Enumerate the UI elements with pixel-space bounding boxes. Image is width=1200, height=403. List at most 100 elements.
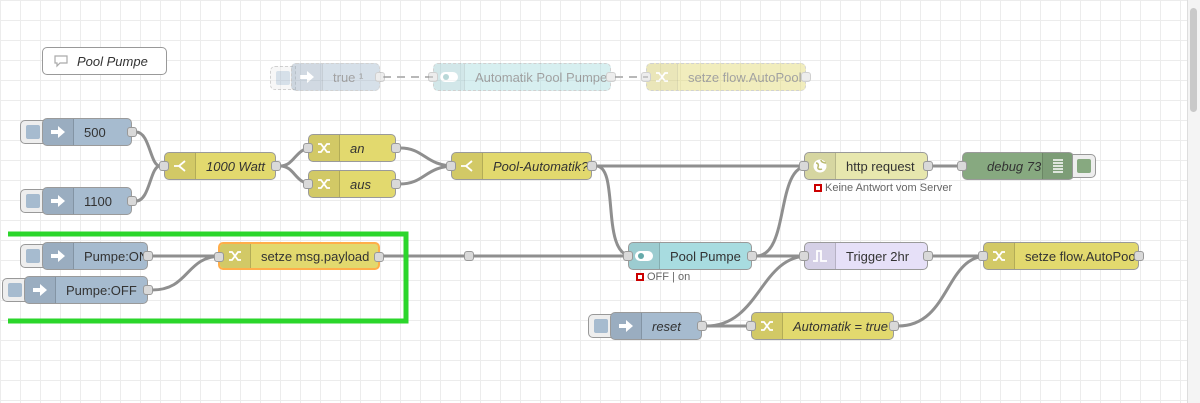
pulse-icon — [805, 243, 836, 269]
inject-node-reset[interactable]: reset — [610, 312, 707, 340]
arrow-in-icon — [43, 188, 74, 214]
comment-label: Pool Pumpe — [77, 53, 148, 69]
status-error-dot — [636, 273, 644, 281]
shuffle-icon — [309, 135, 340, 161]
pool-pumpe-node[interactable]: Pool Pumpe — [623, 242, 757, 270]
node-label: debug 73 — [987, 158, 1042, 174]
change-node-setze-msg-payload[interactable]: setze msg.payload — [214, 242, 384, 270]
output-port[interactable] — [889, 321, 899, 331]
inject-node-true[interactable]: true ¹ — [291, 63, 385, 91]
change-node-setze-flow[interactable]: setze flow.AutoPool — [978, 242, 1144, 270]
node-label: reset — [652, 318, 681, 334]
input-port[interactable] — [428, 72, 438, 82]
input-port[interactable] — [446, 161, 456, 171]
node-label: Pool-Automatik? — [493, 158, 589, 174]
switch-node-1000-watt[interactable]: 1000 Watt — [159, 152, 281, 180]
output-port[interactable] — [271, 161, 281, 171]
node-label: setze msg.payload — [261, 248, 370, 264]
arrow-in-icon — [611, 313, 642, 339]
input-port[interactable] — [214, 252, 224, 262]
shuffle-icon — [309, 171, 340, 197]
node-label: http request — [846, 158, 915, 174]
output-port[interactable] — [391, 179, 401, 189]
arrow-in-icon — [43, 243, 74, 269]
output-port[interactable] — [697, 321, 707, 331]
output-port[interactable] — [127, 127, 137, 137]
output-port[interactable] — [143, 251, 153, 261]
input-port[interactable] — [159, 161, 169, 171]
node-label: Pumpe:ON — [84, 248, 147, 264]
output-port[interactable] — [747, 251, 757, 261]
comment-node-pool-pumpe[interactable]: Pool Pumpe — [42, 47, 167, 75]
status-text: Keine Antwort vom Server — [825, 182, 953, 194]
node-label: true ¹ — [333, 69, 364, 85]
output-port[interactable] — [1134, 251, 1144, 261]
output-port[interactable] — [801, 72, 811, 82]
node-label: Pool Pumpe — [670, 248, 741, 264]
node-label: Automatik Pool Pumpe — [475, 69, 608, 85]
shuffle-icon — [752, 313, 783, 339]
shuffle-icon — [220, 244, 251, 268]
change-node-automatik-true[interactable]: Automatik = true — [746, 312, 899, 340]
wire-junction[interactable] — [464, 251, 474, 261]
output-port[interactable] — [923, 161, 933, 171]
output-port[interactable] — [923, 251, 933, 261]
output-port[interactable] — [375, 72, 385, 82]
debug-toggle-button[interactable] — [1072, 154, 1096, 178]
switch-icon — [165, 153, 196, 179]
input-port[interactable] — [641, 72, 651, 82]
input-port[interactable] — [303, 143, 313, 153]
input-port[interactable] — [303, 179, 313, 189]
node-label: Trigger 2hr — [846, 248, 910, 264]
arrow-in-icon — [25, 277, 56, 303]
node-label: 1000 Watt — [206, 158, 266, 174]
arrow-in-icon — [292, 64, 323, 90]
list-icon — [1042, 153, 1073, 179]
change-node-aus[interactable]: aus — [303, 170, 401, 198]
trigger-node[interactable]: Trigger 2hr — [799, 242, 933, 270]
arrow-in-icon — [43, 119, 74, 145]
switch-node-automatik-pool-pumpe[interactable]: Automatik Pool Pumpe — [428, 63, 616, 91]
input-port[interactable] — [978, 251, 988, 261]
output-port[interactable] — [391, 143, 401, 153]
output-port[interactable] — [143, 285, 153, 295]
output-port[interactable] — [587, 161, 597, 171]
node-label: 500 — [84, 124, 106, 140]
output-port[interactable] — [606, 72, 616, 82]
http-request-status: Keine Antwort vom Server — [814, 182, 952, 194]
toggle-icon — [434, 64, 465, 90]
node-label: setze flow.AutoPool — [688, 69, 802, 85]
http-request-node[interactable]: http request — [799, 152, 933, 180]
switch-node-pool-automatik[interactable]: Pool-Automatik? — [446, 152, 597, 180]
change-node-setze-flow-top[interactable]: setze flow.AutoPool — [641, 63, 811, 91]
toggle-icon — [629, 243, 660, 269]
inject-node-pumpe-on[interactable]: Pumpe:ON — [42, 242, 153, 270]
input-port[interactable] — [746, 321, 756, 331]
inject-node-pumpe-off[interactable]: Pumpe:OFF — [24, 276, 153, 304]
input-port[interactable] — [623, 251, 633, 261]
node-label: an — [350, 140, 365, 156]
input-port[interactable] — [799, 161, 809, 171]
debug-node[interactable]: debug 73 — [957, 152, 1074, 180]
node-label: Pumpe:OFF — [66, 282, 137, 298]
switch-icon — [452, 153, 483, 179]
node-label: Automatik = true — [793, 318, 889, 334]
output-port[interactable] — [127, 196, 137, 206]
input-port[interactable] — [799, 251, 809, 261]
input-port[interactable] — [957, 161, 967, 171]
output-port[interactable] — [374, 252, 384, 262]
flow-wires — [8, 76, 989, 328]
status-text: OFF | on — [647, 271, 691, 283]
inject-node-500[interactable]: 500 — [42, 118, 137, 146]
shuffle-icon — [647, 64, 678, 90]
pool-pumpe-status: OFF | on — [636, 271, 690, 283]
vertical-scrollbar[interactable] — [1187, 0, 1200, 403]
inject-node-1100[interactable]: 1100 — [42, 187, 137, 215]
globe-icon — [805, 153, 836, 179]
node-label: 1100 — [84, 193, 112, 209]
status-error-dot — [814, 184, 822, 192]
node-label: setze flow.AutoPool — [1025, 248, 1138, 264]
scrollbar-thumb[interactable] — [1190, 8, 1197, 112]
node-label: aus — [350, 176, 371, 192]
change-node-an[interactable]: an — [303, 134, 401, 162]
